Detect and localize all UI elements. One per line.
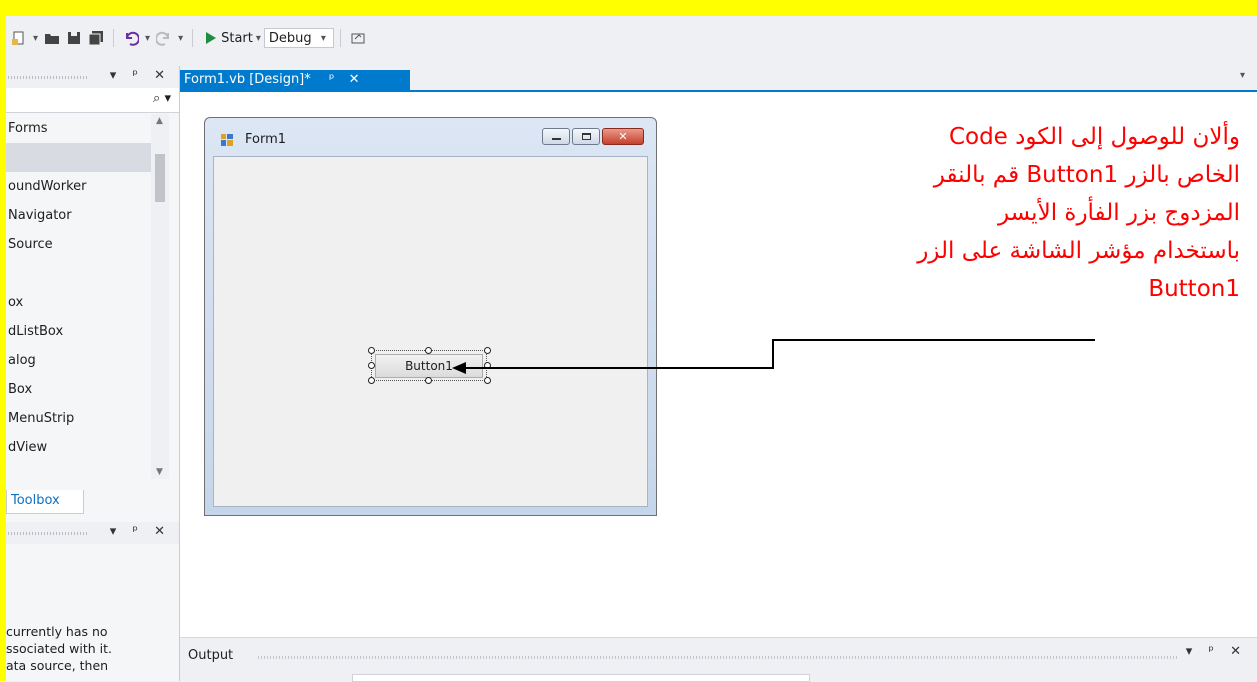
annotation-line: المزدوج بزر الفأرة الأيسر [997, 200, 1240, 226]
output-panel: Output ▾ ᵖ ✕ [180, 637, 1257, 682]
annotation-line: باستخدام مؤشر الشاشة على الزر [917, 238, 1240, 264]
annotation-line: الخاص بالزر Button1 قم بالنقر [933, 162, 1240, 188]
arabic-annotation: وألان للوصول إلى الكود Code الخاص بالزر B… [820, 118, 1240, 308]
output-title: Output [188, 648, 234, 663]
annotation-line: Button1 [1148, 276, 1240, 302]
annotation-arrow [452, 339, 1095, 374]
panel-grip[interactable] [258, 656, 1178, 659]
panel-window-controls[interactable]: ▾ ᵖ ✕ [1186, 644, 1247, 659]
annotation-line: وألان للوصول إلى الكود Code [948, 124, 1240, 150]
